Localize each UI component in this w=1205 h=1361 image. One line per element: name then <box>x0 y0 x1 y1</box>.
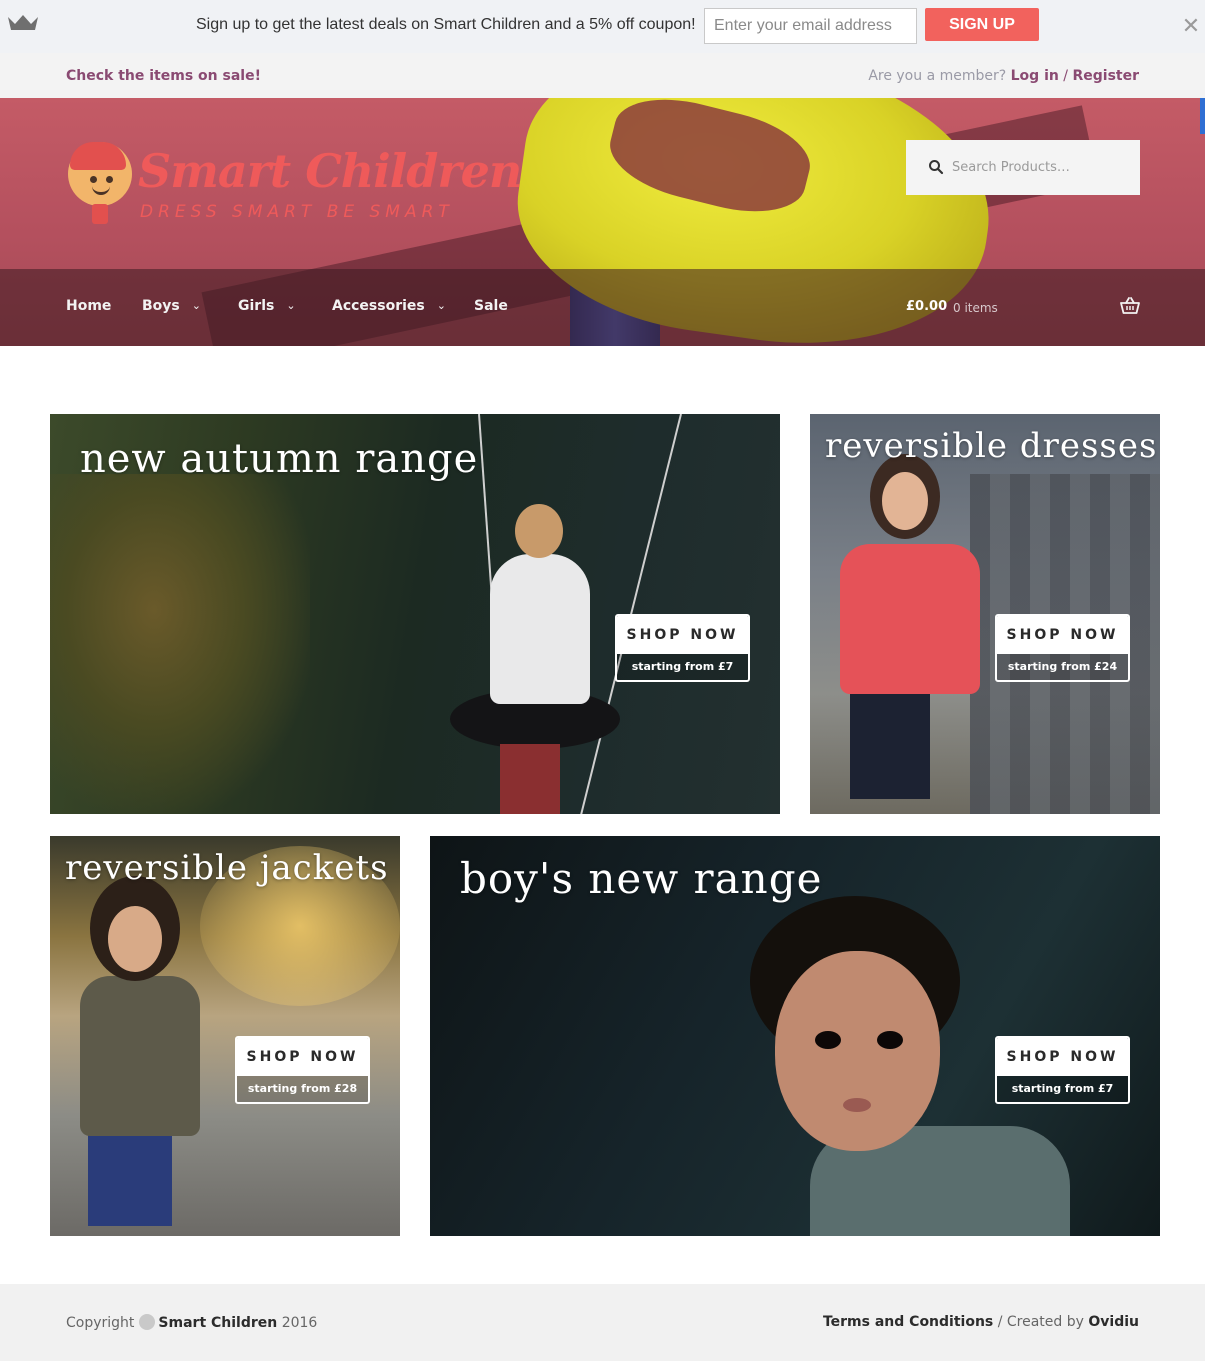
logo-mascot-scarf <box>92 204 108 224</box>
nav-item-boys[interactable]: Boys ⌄ <box>142 298 201 314</box>
tile-photo-face <box>775 951 940 1151</box>
shop-now-label: SHOP NOW <box>617 616 748 654</box>
site-header: Smart Children DRESS SMART BE SMART Home… <box>0 98 1205 346</box>
tile-photo-mouth <box>843 1098 871 1112</box>
tile-photo-legs <box>500 744 560 814</box>
shop-now-label: SHOP NOW <box>997 616 1128 654</box>
shop-now-label: SHOP NOW <box>237 1038 368 1076</box>
shop-now-button[interactable]: SHOP NOW starting from £28 <box>235 1036 370 1104</box>
promo-tile-jackets[interactable]: reversible jackets SHOP NOW starting fro… <box>50 836 400 1236</box>
author-link[interactable]: Ovidiu <box>1088 1314 1139 1330</box>
tile-photo-eye <box>877 1031 903 1049</box>
footer-separator: / <box>997 1314 1003 1330</box>
shop-now-button[interactable]: SHOP NOW starting from £7 <box>995 1036 1130 1104</box>
starting-price: starting from £24 <box>997 654 1128 680</box>
nav-item-label: Boys <box>142 298 180 314</box>
tile-title: reversible jackets <box>65 848 389 888</box>
shop-now-label: SHOP NOW <box>997 1038 1128 1076</box>
register-link[interactable]: Register <box>1072 68 1139 84</box>
starting-price: starting from £7 <box>617 654 748 680</box>
tile-photo-coat <box>840 544 980 694</box>
account-separator: / <box>1063 68 1069 84</box>
site-logo[interactable]: Smart Children DRESS SMART BE SMART <box>68 142 522 232</box>
tile-photo-trees <box>50 474 310 814</box>
tile-photo-head <box>515 504 563 558</box>
cart-total[interactable]: £0.00 <box>906 299 947 314</box>
tile-photo-face <box>108 906 162 972</box>
terms-link[interactable]: Terms and Conditions <box>823 1314 993 1330</box>
nav-item-label: Home <box>66 298 112 314</box>
logo-mascot-eye <box>90 176 97 183</box>
brand-tagline: DRESS SMART BE SMART <box>140 202 454 222</box>
footer-brand-link[interactable]: Smart Children <box>158 1315 277 1331</box>
tile-photo-face <box>882 472 928 530</box>
tile-title: reversible dresses <box>825 426 1158 466</box>
nav-item-sale[interactable]: Sale <box>474 298 508 314</box>
nav-item-label: Sale <box>474 298 508 314</box>
promo-tile-dresses[interactable]: reversible dresses SHOP NOW starting fro… <box>810 414 1160 814</box>
tile-photo-jeans <box>88 1131 172 1226</box>
footer-links: Terms and Conditions / Created by Ovidiu <box>823 1314 1139 1330</box>
brand-name: Smart Children <box>138 144 522 198</box>
search-icon <box>929 160 944 175</box>
starting-price: starting from £7 <box>997 1076 1128 1102</box>
promo-tile-autumn[interactable]: new autumn range SHOP NOW starting from … <box>50 414 780 814</box>
tile-title: new autumn range <box>80 436 479 482</box>
crown-icon <box>8 15 38 30</box>
search-input[interactable] <box>952 152 1132 182</box>
shop-now-button[interactable]: SHOP NOW starting from £24 <box>995 614 1130 682</box>
nav-item-girls[interactable]: Girls ⌄ <box>238 298 296 314</box>
starting-price: starting from £28 <box>237 1076 368 1102</box>
promo-bar: Sign up to get the latest deals on Smart… <box>0 0 1205 53</box>
account-links: Are you a member? Log in / Register <box>868 68 1139 84</box>
tile-photo-girl <box>490 554 590 704</box>
nav-item-home[interactable]: Home <box>66 298 111 314</box>
chevron-down-icon: ⌄ <box>436 299 446 312</box>
shop-now-button[interactable]: SHOP NOW starting from £7 <box>615 614 750 682</box>
tile-photo-jacket <box>80 976 200 1136</box>
chevron-down-icon: ⌄ <box>286 299 296 312</box>
mini-logo-icon <box>139 1314 156 1330</box>
copyright-label: Copyright <box>66 1315 135 1331</box>
promo-text: Sign up to get the latest deals on Smart… <box>196 16 696 33</box>
tile-photo-eye <box>815 1031 841 1049</box>
promo-tile-boys[interactable]: boy's new range SHOP NOW starting from £… <box>430 836 1160 1236</box>
created-by-label: Created by <box>1006 1314 1084 1330</box>
login-link[interactable]: Log in <box>1011 68 1059 84</box>
copyright-year: 2016 <box>281 1315 318 1331</box>
cart-count[interactable]: 0 items <box>953 301 998 315</box>
top-bar: Check the items on sale! Are you a membe… <box>0 53 1205 98</box>
logo-mascot-eye <box>106 176 113 183</box>
member-prompt: Are you a member? <box>868 68 1007 84</box>
nav-item-label: Girls <box>238 298 275 314</box>
nav-item-label: Accessories <box>332 298 425 314</box>
nav-item-accessories[interactable]: Accessories ⌄ <box>332 298 446 314</box>
edge-tab[interactable] <box>1200 98 1205 134</box>
product-search <box>906 140 1140 195</box>
logo-mascot-hair <box>70 142 126 170</box>
copyright: Copyright Smart Children 2016 <box>66 1314 317 1331</box>
basket-icon[interactable] <box>1120 297 1140 315</box>
tile-photo-legs <box>850 689 930 799</box>
email-input[interactable] <box>704 8 917 44</box>
sale-link[interactable]: Check the items on sale! <box>66 68 261 84</box>
site-footer: Copyright Smart Children 2016 Terms and C… <box>0 1284 1205 1361</box>
close-icon[interactable]: ✕ <box>1180 15 1202 37</box>
signup-button[interactable]: SIGN UP <box>925 8 1039 41</box>
main-nav: Home Boys ⌄ Girls ⌄ Accessories ⌄ Sale £0.0… <box>0 269 1205 346</box>
tile-title: boy's new range <box>460 854 823 903</box>
chevron-down-icon: ⌄ <box>191 299 201 312</box>
